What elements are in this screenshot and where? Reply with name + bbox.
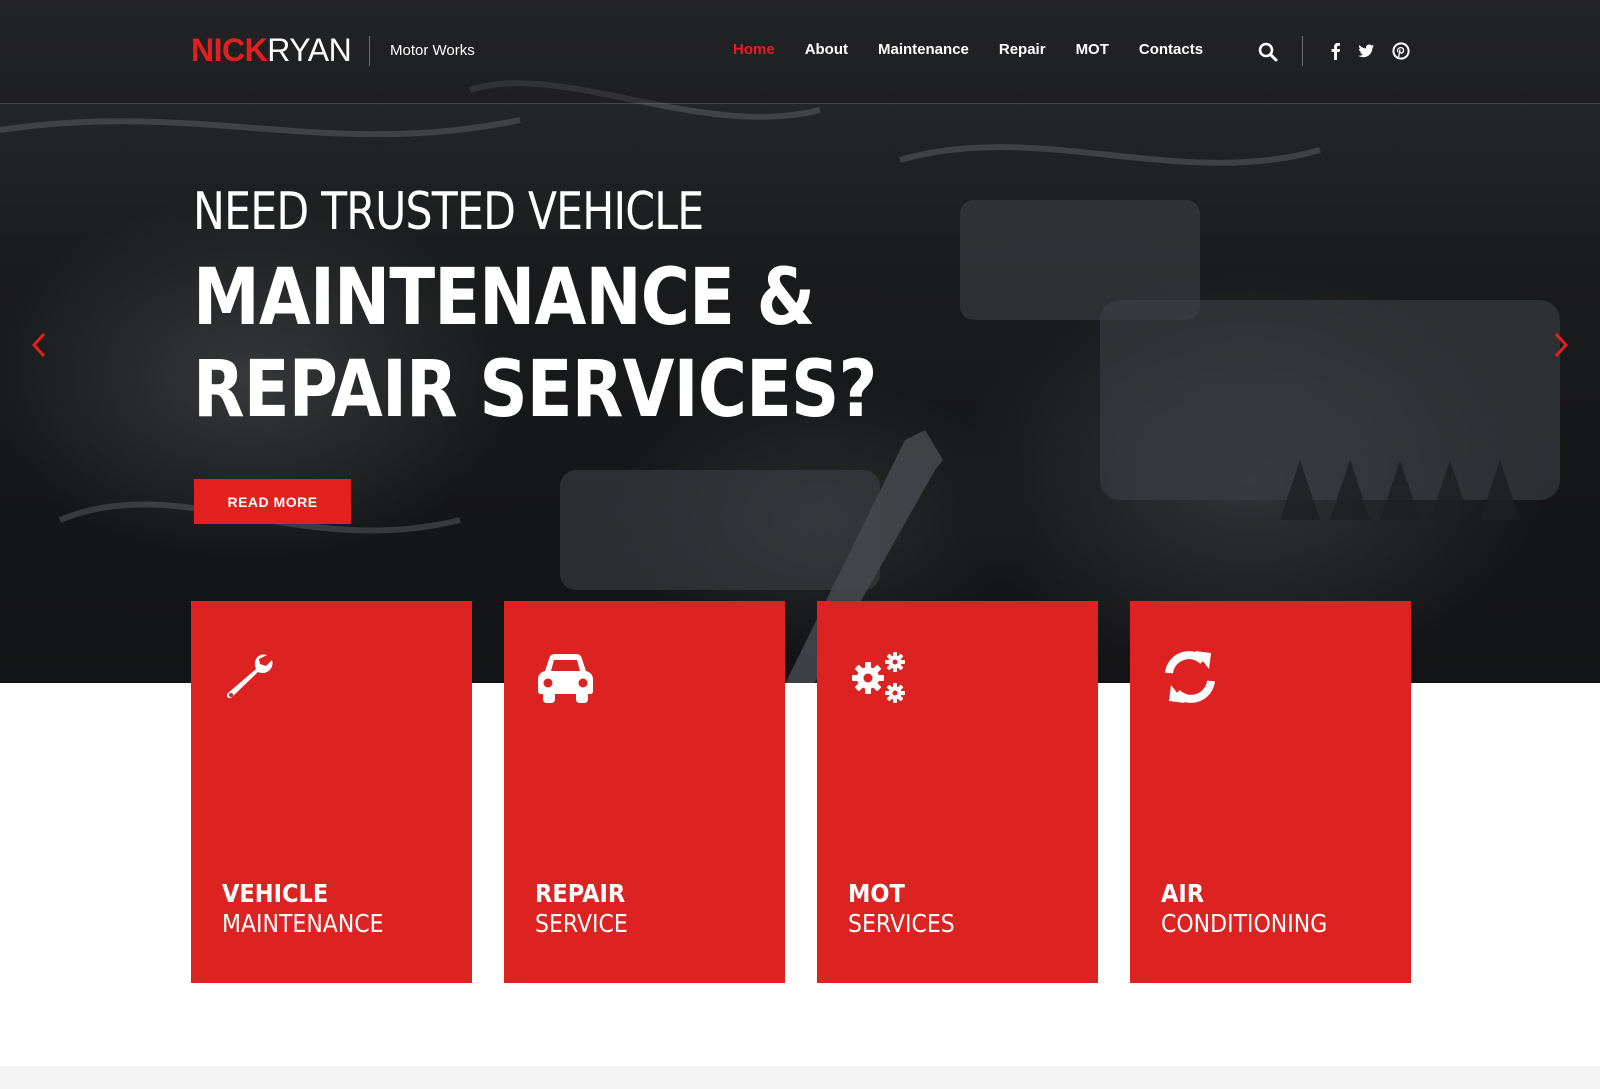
- nav-item-mot[interactable]: MOT: [1076, 40, 1109, 60]
- service-title: MOT: [848, 879, 905, 908]
- read-more-button[interactable]: READ MORE: [194, 479, 351, 524]
- chevron-left-icon[interactable]: [28, 330, 50, 360]
- nav-item-maintenance[interactable]: Maintenance: [878, 40, 969, 60]
- logo-part-ryan: RYAN: [267, 32, 352, 68]
- main-nav: Home About Maintenance Repair MOT Contac…: [733, 40, 1233, 60]
- service-card-air-conditioning[interactable]: AIR CONDITIONING: [1130, 601, 1411, 983]
- chevron-right-icon[interactable]: [1550, 330, 1572, 360]
- site-logo[interactable]: NICKRYAN: [191, 32, 352, 68]
- refresh-icon: [1165, 651, 1215, 703]
- search-icon[interactable]: [1258, 42, 1278, 62]
- nav-item-contacts[interactable]: Contacts: [1139, 40, 1203, 60]
- facebook-icon[interactable]: [1327, 42, 1345, 60]
- logo-part-nick: NICK: [191, 32, 268, 68]
- next-section-band: [0, 1066, 1600, 1089]
- service-title: REPAIR: [535, 879, 626, 908]
- hero-subheading: NEED TRUSTED VEHICLE: [193, 182, 704, 242]
- nav-item-repair[interactable]: Repair: [999, 40, 1046, 60]
- wrench-icon: [226, 654, 273, 699]
- service-card-vehicle-maintenance[interactable]: VEHICLE MAINTENANCE: [191, 601, 472, 983]
- twitter-icon[interactable]: [1357, 42, 1375, 60]
- gears-icon: [852, 652, 905, 703]
- hero-heading-line1: MAINTENANCE &: [193, 253, 815, 343]
- service-title: AIR: [1161, 879, 1205, 908]
- service-subtitle: SERVICES: [848, 909, 955, 938]
- hero-heading-line2: REPAIR SERVICES?: [193, 345, 877, 435]
- nav-item-home[interactable]: Home: [733, 40, 775, 60]
- site-tagline: Motor Works: [390, 42, 475, 59]
- service-card-repair-service[interactable]: REPAIR SERVICE: [504, 601, 785, 983]
- logo-divider: [369, 36, 370, 66]
- service-subtitle: SERVICE: [535, 909, 628, 938]
- nav-item-about[interactable]: About: [805, 40, 848, 60]
- pinterest-icon[interactable]: [1392, 42, 1410, 60]
- service-subtitle: MAINTENANCE: [222, 909, 384, 938]
- nav-divider: [1302, 36, 1303, 66]
- service-title: VEHICLE: [222, 879, 329, 908]
- service-subtitle: CONDITIONING: [1161, 909, 1328, 938]
- car-icon: [538, 654, 593, 703]
- service-card-mot-services[interactable]: MOT SERVICES: [817, 601, 1098, 983]
